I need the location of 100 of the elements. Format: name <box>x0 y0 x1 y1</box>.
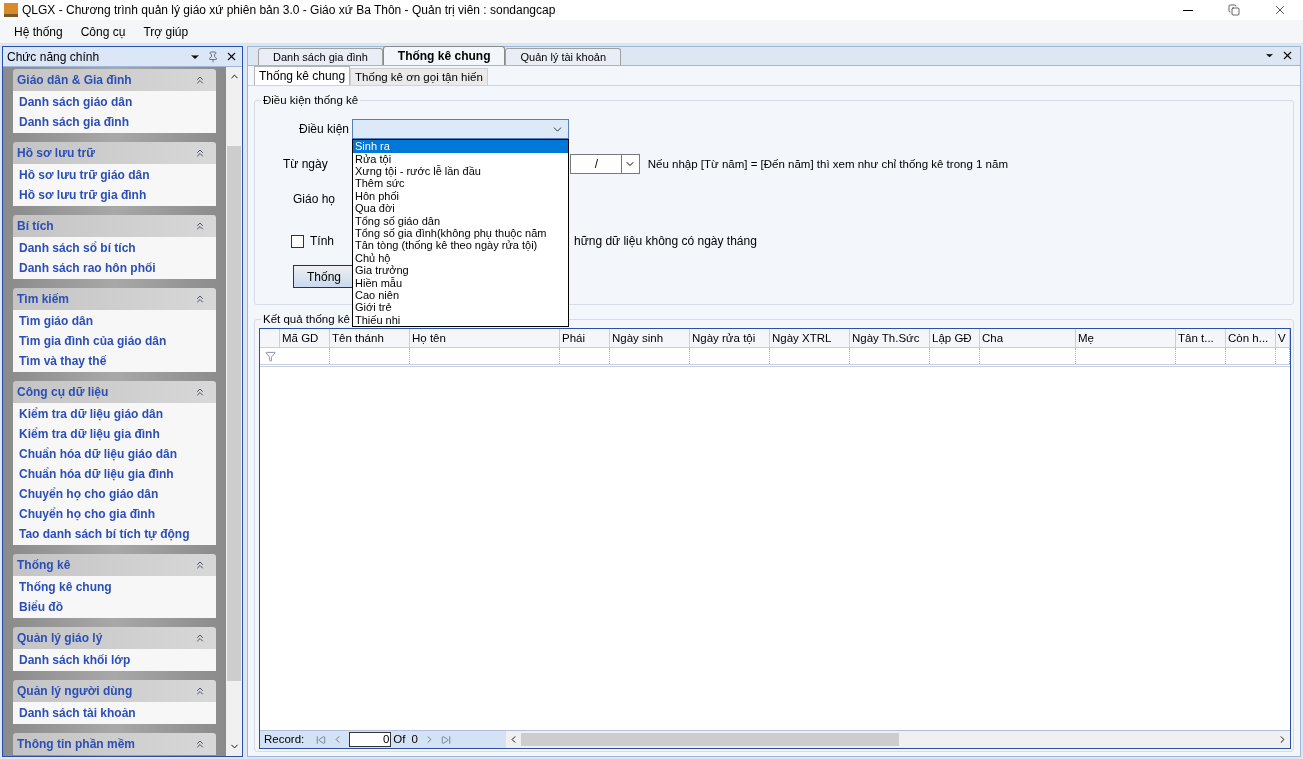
group-header[interactable]: Giáo dân & Gia đình <box>13 69 216 91</box>
sidebar-link[interactable]: Kiểm tra dữ liệu giáo dân <box>13 404 216 424</box>
record-label: Record: <box>264 731 305 747</box>
sidebar-link[interactable]: Tìm và thay thế <box>13 351 216 371</box>
dropdown-option[interactable]: Gia trưởng <box>353 264 568 277</box>
dropdown-option[interactable]: Xưng tội - rước lễ lần đầu <box>353 165 568 178</box>
column-header[interactable]: Tên thánh <box>330 329 410 348</box>
collapse-icon[interactable] <box>194 220 206 232</box>
checkbox-label: hững dữ liệu không có ngày tháng <box>574 233 757 251</box>
group-header[interactable]: Quản lý người dùng <box>13 680 216 702</box>
dropdown-option[interactable]: Tân tòng (thống kê theo ngày rửa tội) <box>353 239 568 252</box>
sidebar-link[interactable]: Chuẩn hóa dữ liệu gia đình <box>13 464 216 484</box>
group-header[interactable]: Bí tích <box>13 215 216 237</box>
dropdown-option[interactable]: Chủ hộ <box>353 251 568 265</box>
column-header[interactable]: V <box>1276 329 1290 348</box>
sidebar-link[interactable]: Biểu đồ <box>13 597 216 617</box>
group-header[interactable]: Thông tin phần mềm <box>13 733 216 755</box>
dropdown-option[interactable]: Tổng số gia đình(không phụ thuộc năm <box>353 227 568 240</box>
checkbox-label: Tính <box>310 233 334 251</box>
dropdown-option[interactable]: Sinh ra <box>353 140 568 153</box>
menu-item[interactable]: Công cụ <box>72 20 134 43</box>
sidebar-link[interactable]: Danh sách giáo dân <box>13 92 216 112</box>
date-field[interactable]: / <box>569 154 640 175</box>
collapse-icon[interactable] <box>194 386 206 398</box>
sidebar-link[interactable]: Chuẩn hóa dữ liệu giáo dân <box>13 444 216 464</box>
sidebar-link[interactable]: Thống kê chung <box>13 577 216 597</box>
pin-icon[interactable] <box>207 50 219 63</box>
sub-tab[interactable]: Thống kê chung <box>254 66 351 85</box>
group-title: Thông tin phần mềm <box>17 736 135 753</box>
group-header[interactable]: Thống kê <box>13 554 216 576</box>
dropdown-option[interactable]: Hôn phối <box>353 189 568 203</box>
group-title: Điều kiện thống kê <box>262 93 360 108</box>
group-header[interactable]: Hồ sơ lưu trữ <box>13 142 216 164</box>
document-tab[interactable]: Quản lý tài khoản <box>505 48 622 65</box>
column-header[interactable]: Ngày XTRL <box>770 329 850 348</box>
document-tab[interactable]: Thống kê chung <box>382 46 506 65</box>
close-icon[interactable] <box>225 50 238 63</box>
condition-dropdown[interactable] <box>352 119 569 140</box>
sidebar-link[interactable]: Danh sách khối lớp <box>13 650 216 670</box>
sidebar-link[interactable]: Tìm gia đình của giáo dân <box>13 331 216 351</box>
collapse-icon[interactable] <box>194 738 206 750</box>
filter-icon[interactable] <box>264 350 276 362</box>
hint-text: Nếu nhập [Từ năm] = [Đến năm] thì xem như chỉ thống kê trong 1 năm <box>647 156 1008 172</box>
collapse-icon[interactable] <box>194 293 206 305</box>
panel-title: Chức năng chính <box>7 48 100 66</box>
dropdown-option[interactable]: Hiền mẫu <box>353 276 568 289</box>
collapse-icon[interactable] <box>194 559 206 571</box>
column-header[interactable]: Tân t... <box>1176 329 1226 348</box>
sub-tab[interactable]: Thống kê ơn gọi tận hiến <box>350 68 488 85</box>
window-title: QLGX - Chương trình quản lý giáo xứ phiên bản 3.0 - Giáo xứ Ba Thôn - Quản trị viên : sondangcap <box>22 2 556 19</box>
column-header[interactable]: Ngày Th.Sức <box>850 329 930 348</box>
record-total: 0 <box>411 731 418 747</box>
dropdown-option[interactable]: Qua đời <box>353 202 568 215</box>
sidebar-link[interactable]: Hồ sơ lưu trữ giáo dân <box>13 165 216 185</box>
group-header[interactable]: Tìm kiếm <box>13 288 216 310</box>
menu-item[interactable]: Trợ giúp <box>135 20 197 43</box>
column-header[interactable]: Cha <box>980 329 1076 348</box>
document-tab[interactable]: Danh sách gia đình <box>258 48 383 65</box>
app-logo-icon <box>4 3 18 17</box>
sidebar-link[interactable]: Danh sách rao hôn phối <box>13 258 216 278</box>
checkbox[interactable] <box>291 234 304 248</box>
menu-item[interactable]: Hệ thống <box>6 20 71 43</box>
sidebar-link[interactable]: Hồ sơ lưu trữ gia đình <box>13 185 216 205</box>
column-header[interactable]: Còn h... <box>1226 329 1276 348</box>
group-title: Bí tích <box>17 218 54 235</box>
dropdown-option[interactable]: Thêm sức <box>353 177 568 190</box>
sidebar-link[interactable]: Tìm giáo dân <box>13 311 216 331</box>
dropdown-option[interactable]: Tổng số giáo dân <box>353 214 568 227</box>
close-icon[interactable] <box>1281 49 1294 62</box>
sidebar-link[interactable]: Danh sách sổ bí tích <box>13 238 216 258</box>
group-title: Công cụ dữ liệu <box>17 384 109 401</box>
collapse-icon[interactable] <box>194 147 206 159</box>
dropdown-option[interactable]: Giới trẻ <box>353 301 568 314</box>
sidebar-link[interactable]: Tao danh sách bí tích tự động <box>13 524 216 544</box>
sidebar-link[interactable]: Danh sách tài khoản <box>13 703 216 723</box>
sidebar-link[interactable]: Danh sách gia đình <box>13 112 216 132</box>
collapse-icon[interactable] <box>194 632 206 644</box>
column-header[interactable]: Lập GĐ <box>930 329 980 348</box>
column-header[interactable]: Phái <box>560 329 610 348</box>
group-title: Tìm kiếm <box>17 291 70 308</box>
horizontal-scrollbar[interactable] <box>506 731 1290 748</box>
sidebar-link[interactable]: Kiểm tra dữ liệu gia đình <box>13 424 216 444</box>
group-title: Thống kê <box>17 557 71 574</box>
column-header[interactable]: Ngày rửa tội <box>690 329 770 348</box>
collapse-icon[interactable] <box>194 685 206 697</box>
sidebar-link[interactable]: Chuyển họ cho gia đình <box>13 504 216 524</box>
record-position-field[interactable]: 0 <box>349 732 392 747</box>
close-icon <box>1273 3 1287 17</box>
restore-icon <box>1228 4 1240 16</box>
column-header[interactable]: Mẹ <box>1076 329 1176 348</box>
dropdown-option[interactable]: Thiếu nhi <box>353 313 568 327</box>
group-header[interactable]: Công cụ dữ liệu <box>13 381 216 403</box>
dropdown-option[interactable]: Cao niên <box>353 288 568 302</box>
column-header[interactable]: Mã GD <box>280 329 330 348</box>
collapse-icon[interactable] <box>194 74 206 86</box>
dropdown-option[interactable]: Rửa tội <box>353 152 568 166</box>
column-header[interactable]: Họ tên <box>410 329 560 348</box>
group-header[interactable]: Quản lý giáo lý <box>13 627 216 649</box>
sidebar-link[interactable]: Chuyển họ cho giáo dân <box>13 484 216 504</box>
column-header[interactable]: Ngày sinh <box>610 329 690 348</box>
